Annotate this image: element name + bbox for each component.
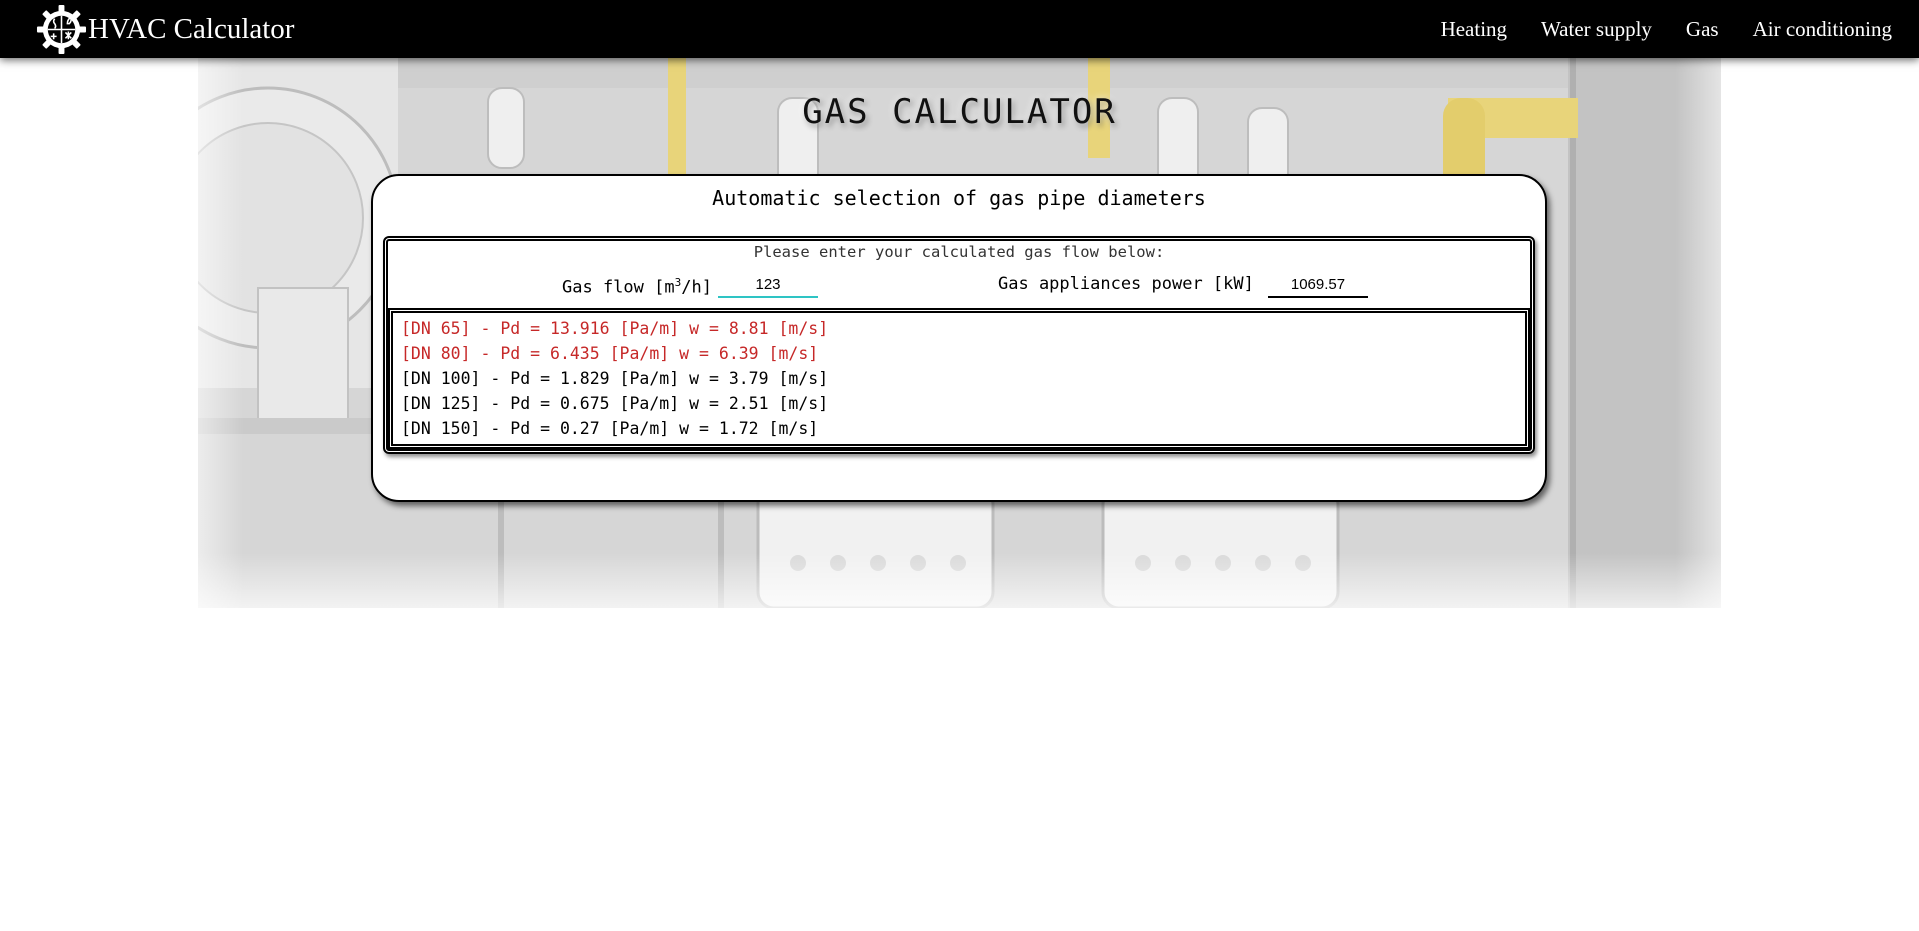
nav-menu: Heating Water supply Gas Air conditionin…	[1407, 0, 1892, 58]
input-panel: Please enter your calculated gas flow be…	[383, 236, 1535, 454]
gas-flow-label-prefix: Gas flow [m	[562, 277, 675, 298]
power-label: Gas appliances power [kW]	[998, 274, 1254, 294]
result-line-dn100: [DN 100] - Pd = 1.829 [Pa/m] w = 3.79 [m…	[401, 369, 829, 388]
brand-name: HVAC Calculator	[88, 13, 295, 45]
nav-link-heating[interactable]: Heating	[1441, 17, 1507, 42]
results-list: [DN 65] - Pd = 13.916 [Pa/m] w = 8.81 [m…	[388, 308, 1530, 449]
gas-flow-label-suffix: /h]	[681, 277, 712, 298]
nav-link-gas[interactable]: Gas	[1686, 17, 1719, 42]
nav-link-air-conditioning[interactable]: Air conditioning	[1753, 17, 1892, 42]
result-line-dn65: [DN 65] - Pd = 13.916 [Pa/m] w = 8.81 [m…	[401, 319, 829, 338]
input-prompt: Please enter your calculated gas flow be…	[753, 243, 1165, 261]
nav-link-water-supply[interactable]: Water supply	[1541, 17, 1652, 42]
power-input[interactable]	[1268, 272, 1368, 298]
brand[interactable]: HVAC Calculator	[36, 3, 294, 55]
gas-flow-label: Gas flow [m3/h]	[562, 276, 712, 298]
top-navbar: HVAC Calculator Heating Water supply Gas…	[0, 0, 1919, 58]
result-line-dn150: [DN 150] - Pd = 0.27 [Pa/m] w = 1.72 [m/…	[401, 419, 819, 438]
gear-logo-icon	[36, 4, 87, 54]
result-line-dn80: [DN 80] - Pd = 6.435 [Pa/m] w = 6.39 [m/…	[401, 344, 819, 363]
page-title: GAS CALCULATOR	[802, 92, 1117, 132]
calculator-card: Automatic selection of gas pipe diameter…	[371, 174, 1547, 502]
result-line-dn125: [DN 125] - Pd = 0.675 [Pa/m] w = 2.51 [m…	[401, 394, 829, 413]
calculator-title: Automatic selection of gas pipe diameter…	[712, 186, 1206, 210]
gas-flow-input[interactable]	[718, 272, 818, 298]
